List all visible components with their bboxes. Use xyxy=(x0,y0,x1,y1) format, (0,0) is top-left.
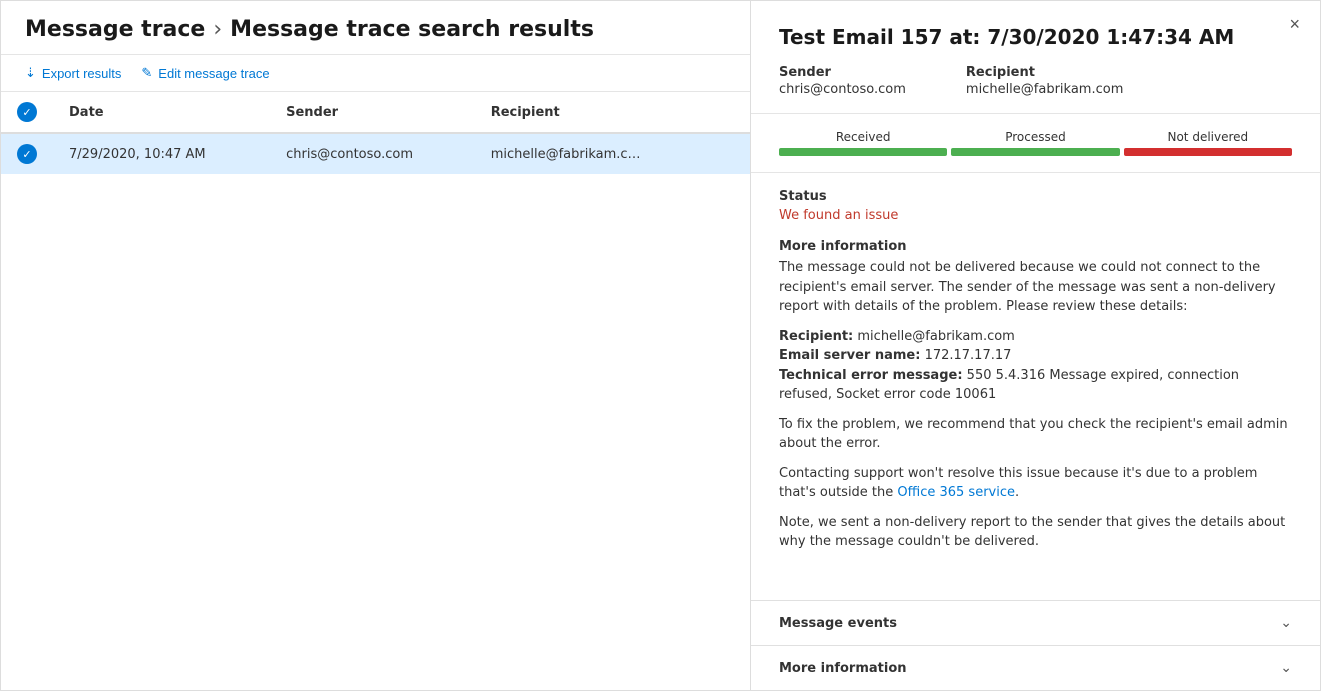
more-information-section[interactable]: More information ⌄ xyxy=(751,645,1320,690)
row-date-cell: 7/29/2020, 10:47 AM xyxy=(53,133,270,174)
support-paragraph: Contacting support won't resolve this is… xyxy=(779,464,1292,503)
col-status-header: ✓ xyxy=(1,92,53,133)
pipeline-step-received: Received xyxy=(779,130,947,156)
col-extra-header xyxy=(709,92,750,133)
col-sender-header[interactable]: Sender xyxy=(270,92,475,133)
pipeline-step-notdelivered: Not delivered xyxy=(1124,130,1292,156)
breadcrumb-area: Message trace › Message trace search res… xyxy=(1,1,750,55)
sender-value: chris@contoso.com xyxy=(779,82,906,97)
select-all-icon[interactable]: ✓ xyxy=(17,102,37,122)
email-server-label: Email server name: xyxy=(779,348,920,363)
row-status-cell: ✓ xyxy=(1,133,53,174)
more-info-text: The message could not be delivered becau… xyxy=(779,258,1292,552)
sender-label: Sender xyxy=(779,65,906,80)
fix-paragraph: To fix the problem, we recommend that yo… xyxy=(779,415,1292,454)
col-date-header[interactable]: Date xyxy=(53,92,270,133)
office365-link[interactable]: Office 365 service xyxy=(897,485,1015,500)
export-results-button[interactable]: ⇣ Export results xyxy=(25,65,121,81)
close-button[interactable]: × xyxy=(1289,15,1300,33)
message-events-label: Message events xyxy=(779,616,897,631)
pipeline-container: Received Processed Not delivered xyxy=(751,114,1320,173)
message-events-section[interactable]: Message events ⌄ xyxy=(751,600,1320,645)
toolbar: ⇣ Export results ✎ Edit message trace xyxy=(1,55,750,92)
more-info-group: More information The message could not b… xyxy=(779,239,1292,552)
note-paragraph: Note, we sent a non-delivery report to t… xyxy=(779,513,1292,552)
more-information-label: More information xyxy=(779,661,907,676)
step-received-bar xyxy=(779,148,947,156)
download-icon: ⇣ xyxy=(25,65,36,81)
details-section: Status We found an issue More informatio… xyxy=(751,173,1320,600)
step-processed-bar xyxy=(951,148,1119,156)
breadcrumb-current: Message trace search results xyxy=(230,17,594,42)
recipient-label: Recipient xyxy=(966,65,1123,80)
step-notdelivered-bar xyxy=(1124,148,1292,156)
results-table-container: ✓ Date Sender Recipient ✓ 7/29/2020, 10:… xyxy=(1,92,750,690)
breadcrumb-separator: › xyxy=(213,17,222,42)
results-table: ✓ Date Sender Recipient ✓ 7/29/2020, 10:… xyxy=(1,92,750,174)
step-notdelivered-label: Not delivered xyxy=(1124,130,1292,144)
recipient-group: Recipient michelle@fabrikam.com xyxy=(966,65,1123,97)
message-events-chevron-icon: ⌄ xyxy=(1280,615,1292,631)
edit-message-trace-button[interactable]: ✎ Edit message trace xyxy=(141,65,269,81)
export-label: Export results xyxy=(42,66,121,81)
detail-panel: × Test Email 157 at: 7/30/2020 1:47:34 A… xyxy=(751,1,1320,690)
status-group: Status We found an issue xyxy=(779,189,1292,223)
recipient-detail-value: michelle@fabrikam.com xyxy=(857,329,1014,344)
step-received-label: Received xyxy=(779,130,947,144)
breadcrumb-parent[interactable]: Message trace xyxy=(25,17,205,42)
info-paragraph-1: The message could not be delivered becau… xyxy=(779,258,1292,317)
row-extra-cell xyxy=(709,133,750,174)
col-recipient-header[interactable]: Recipient xyxy=(475,92,709,133)
recipient-value: michelle@fabrikam.com xyxy=(966,82,1123,97)
row-sender-cell: chris@contoso.com xyxy=(270,133,475,174)
sender-group: Sender chris@contoso.com xyxy=(779,65,906,97)
panel-header: Test Email 157 at: 7/30/2020 1:47:34 AM … xyxy=(751,1,1320,114)
pipeline-steps: Received Processed Not delivered xyxy=(779,130,1292,156)
row-recipient-cell: michelle@fabrikam.c… xyxy=(475,133,709,174)
more-info-heading: More information xyxy=(779,239,1292,254)
edit-icon: ✎ xyxy=(141,65,152,81)
more-information-chevron-icon: ⌄ xyxy=(1280,660,1292,676)
table-header-row: ✓ Date Sender Recipient xyxy=(1,92,750,133)
edit-label: Edit message trace xyxy=(158,66,269,81)
pipeline-step-processed: Processed xyxy=(951,130,1119,156)
step-processed-label: Processed xyxy=(951,130,1119,144)
row-check-icon: ✓ xyxy=(17,144,37,164)
info-paragraph-details: Recipient: michelle@fabrikam.com Email s… xyxy=(779,327,1292,405)
left-panel: Message trace › Message trace search res… xyxy=(1,1,751,690)
status-heading: Status xyxy=(779,189,1292,204)
breadcrumb: Message trace › Message trace search res… xyxy=(25,17,726,42)
email-server-value: 172.17.17.17 xyxy=(925,348,1012,363)
tech-error-label: Technical error message: xyxy=(779,368,963,383)
recipient-detail-label: Recipient: xyxy=(779,329,853,344)
support-text-2: . xyxy=(1015,485,1019,500)
status-value: We found an issue xyxy=(779,208,1292,223)
sender-recipient-row: Sender chris@contoso.com Recipient miche… xyxy=(779,65,1292,97)
panel-title: Test Email 157 at: 7/30/2020 1:47:34 AM xyxy=(779,25,1292,49)
table-row[interactable]: ✓ 7/29/2020, 10:47 AM chris@contoso.com … xyxy=(1,133,750,174)
